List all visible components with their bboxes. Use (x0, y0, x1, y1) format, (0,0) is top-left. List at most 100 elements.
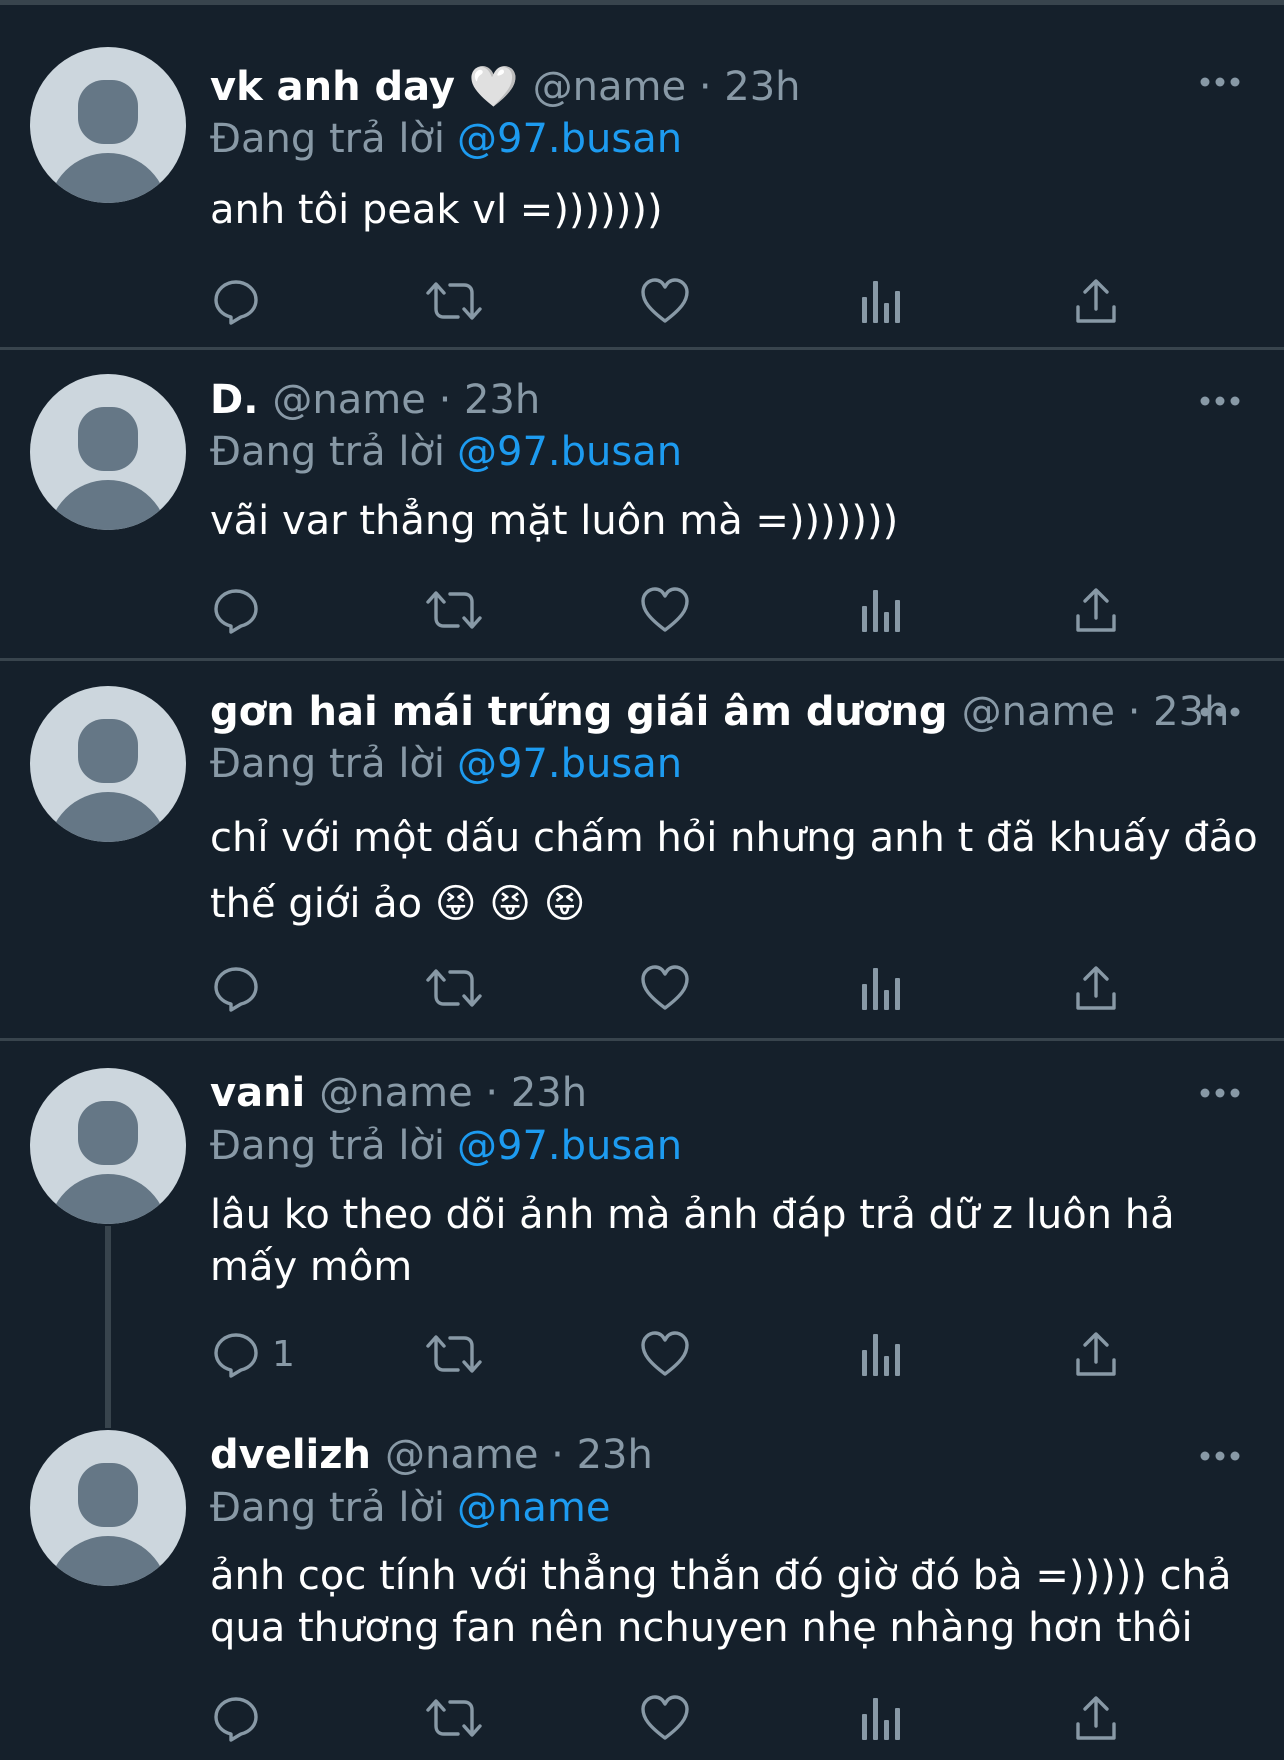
timestamp[interactable]: · 23h (551, 1432, 653, 1478)
views-button[interactable] (860, 962, 902, 1014)
tweet-header: dvelizh @name · 23h (210, 1431, 653, 1479)
tweet-actions (210, 584, 1160, 636)
avatar-body (48, 480, 168, 530)
avatar-head (78, 80, 138, 144)
tweet-header: D. @name · 23h (210, 376, 540, 424)
tweet[interactable]: gơn hai mái trứng giái âm dương @name · 2… (0, 661, 1284, 1041)
replying-to-label: Đang trả lời (210, 429, 446, 475)
avatar[interactable] (30, 374, 186, 530)
like-button[interactable] (640, 1328, 690, 1380)
tweet-header: vk anh day 🤍 @name · 23h (210, 63, 801, 111)
share-button[interactable] (1074, 962, 1118, 1014)
avatar-head (78, 719, 138, 783)
share-upload-icon (1076, 279, 1116, 323)
heart-icon (641, 1695, 689, 1740)
display-name[interactable]: gơn hai mái trứng giái âm dương (210, 689, 948, 735)
avatar-body (48, 153, 168, 203)
retweet-button[interactable] (424, 1692, 484, 1744)
replying-to-label: Đang trả lời (210, 116, 446, 162)
views-button[interactable] (860, 584, 902, 636)
retweet-button[interactable] (424, 275, 484, 327)
tweet-text: vãi var thẳng mặt luôn mà =))))))) (210, 498, 899, 544)
share-button[interactable] (1074, 1692, 1118, 1744)
tweet-text: chỉ với một dấu chấm hỏi nhưng anh t đã … (210, 815, 1258, 927)
retweet-button[interactable] (424, 584, 484, 636)
reply-count: 1 (272, 1333, 295, 1375)
views-button[interactable] (860, 275, 902, 327)
like-button[interactable] (640, 1692, 690, 1744)
retweet-icon (426, 969, 482, 1007)
avatar-head (78, 1101, 138, 1165)
tweet-header: vani @name · 23h (210, 1069, 587, 1117)
handle[interactable]: @name (319, 1070, 472, 1116)
share-button[interactable] (1074, 1328, 1118, 1380)
avatar[interactable] (30, 1430, 186, 1586)
display-name[interactable]: D. (210, 377, 258, 423)
reply-bubble-icon (214, 1333, 258, 1378)
replying-to-label: Đang trả lời (210, 741, 446, 787)
heart-icon (641, 1331, 689, 1376)
tweet-header: gơn hai mái trứng giái âm dương @name · 2… (210, 688, 1229, 736)
avatar-head (78, 1463, 138, 1527)
share-button[interactable] (1074, 275, 1118, 327)
more-horizontal-icon[interactable] (1200, 1449, 1240, 1463)
reply-bubble-icon (214, 967, 258, 1012)
handle[interactable]: @name (272, 377, 425, 423)
tweet-text: lâu ko theo dõi ảnh mà ảnh đáp trả dữ z … (210, 1192, 1175, 1290)
more-horizontal-icon[interactable] (1200, 75, 1240, 89)
views-bar-chart-icon (862, 281, 900, 323)
display-name[interactable]: vk anh day 🤍 (210, 64, 519, 110)
tweet-actions (210, 275, 1160, 327)
avatar[interactable] (30, 686, 186, 842)
retweet-icon (426, 282, 482, 320)
handle[interactable]: @name (533, 64, 686, 110)
replying-to-mention[interactable]: @97.busan (457, 741, 682, 787)
avatar-body (48, 1536, 168, 1586)
retweet-icon (426, 1699, 482, 1737)
reply-button[interactable]: 1 (212, 1328, 295, 1380)
like-button[interactable] (640, 275, 690, 327)
share-upload-icon (1076, 1332, 1116, 1376)
tweet-text: ảnh cọc tính với thẳng thắn đó giờ đó bà… (210, 1553, 1232, 1651)
tweet[interactable]: vani @name · 23h Đang trả lời @97.busan lâ… (0, 1041, 1284, 1401)
timestamp[interactable]: · 23h (439, 377, 541, 423)
heart-icon (641, 965, 689, 1010)
retweet-button[interactable] (424, 962, 484, 1014)
tweet[interactable]: vk anh day 🤍 @name · 23h Đang trả lời @97.… (0, 5, 1284, 350)
replying-to-mention[interactable]: @97.busan (457, 429, 682, 475)
tweet[interactable]: D. @name · 23h Đang trả lời @97.busan vãi … (0, 350, 1284, 661)
views-button[interactable] (860, 1328, 902, 1380)
avatar-head (78, 407, 138, 471)
views-bar-chart-icon (862, 968, 900, 1010)
replying-to-label: Đang trả lời (210, 1123, 446, 1169)
display-name[interactable]: dvelizh (210, 1432, 371, 1478)
replying-to-mention[interactable]: @name (457, 1485, 610, 1531)
heart-icon (641, 278, 689, 323)
reply-button[interactable] (212, 584, 272, 636)
replying-to: Đang trả lời @name (210, 1484, 610, 1532)
heart-icon (641, 587, 689, 632)
reply-button[interactable] (212, 275, 272, 327)
share-button[interactable] (1074, 584, 1118, 636)
tweet-text: anh tôi peak vl =))))))) (210, 187, 663, 233)
avatar[interactable] (30, 1068, 186, 1224)
timestamp[interactable]: · 23h (485, 1070, 587, 1116)
like-button[interactable] (640, 962, 690, 1014)
retweet-button[interactable] (424, 1328, 484, 1380)
reply-bubble-icon (214, 1697, 258, 1742)
replying-to-mention[interactable]: @97.busan (457, 116, 682, 162)
timestamp[interactable]: · 23h (699, 64, 801, 110)
more-horizontal-icon[interactable] (1200, 394, 1240, 408)
replying-to-mention[interactable]: @97.busan (457, 1123, 682, 1169)
reply-button[interactable] (212, 962, 272, 1014)
views-button[interactable] (860, 1692, 902, 1744)
display-name[interactable]: vani (210, 1070, 305, 1116)
more-horizontal-icon[interactable] (1200, 1086, 1240, 1100)
like-button[interactable] (640, 584, 690, 636)
handle[interactable]: @name (385, 1432, 538, 1478)
tweet[interactable]: dvelizh @name · 23h Đang trả lời @name ảnh… (0, 1404, 1284, 1760)
avatar[interactable] (30, 47, 186, 203)
more-horizontal-icon[interactable] (1200, 705, 1240, 719)
reply-button[interactable] (212, 1692, 272, 1744)
handle[interactable]: @name (962, 689, 1115, 735)
